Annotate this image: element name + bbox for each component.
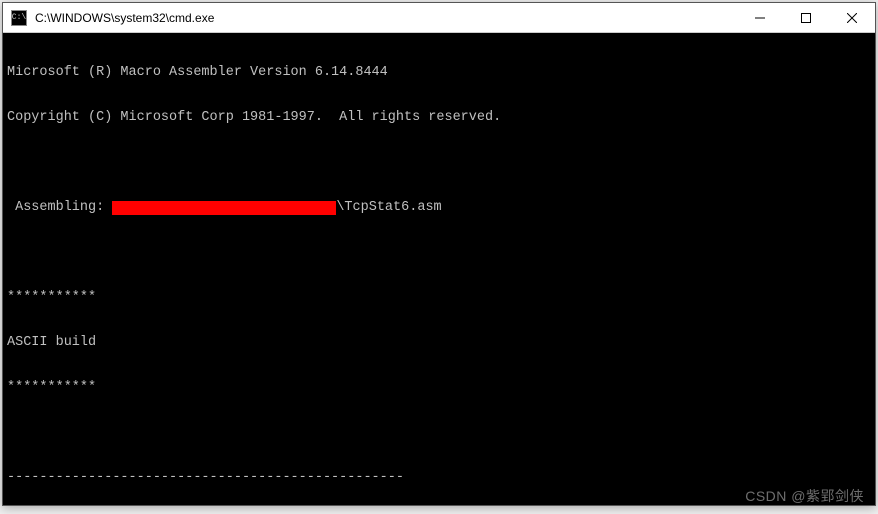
output-line: Copyright (C) Microsoft Corp 1981-1997. … [7, 110, 875, 125]
watermark-text: CSDN @紫郢剑侠 [745, 486, 864, 506]
output-line [7, 155, 875, 170]
assembling-prefix: Assembling: [7, 200, 112, 215]
minimize-icon [755, 13, 765, 23]
minimize-button[interactable] [737, 3, 783, 32]
output-line: *********** [7, 290, 875, 305]
output-line [7, 245, 875, 260]
titlebar[interactable]: C:\ C:\WINDOWS\system32\cmd.exe [3, 3, 875, 33]
cmd-icon: C:\ [11, 10, 27, 26]
close-icon [847, 13, 857, 23]
window-title: C:\WINDOWS\system32\cmd.exe [33, 11, 737, 25]
redacted-path [112, 201, 336, 215]
assembling-suffix: \TcpStat6.asm [336, 200, 441, 215]
output-line [7, 425, 875, 440]
output-line: *********** [7, 380, 875, 395]
cmd-window: C:\ C:\WINDOWS\system32\cmd.exe Microsof… [2, 2, 876, 506]
cmd-icon-label: C:\ [12, 14, 26, 22]
assembling-line: Assembling: \TcpStat6.asm [7, 200, 875, 215]
output-line: ----------------------------------------… [7, 470, 875, 485]
output-line: Microsoft (R) Macro Assembler Version 6.… [7, 65, 875, 80]
terminal-output[interactable]: Microsoft (R) Macro Assembler Version 6.… [3, 33, 875, 505]
window-controls [737, 3, 875, 32]
close-button[interactable] [829, 3, 875, 32]
output-line: ASCII build [7, 335, 875, 350]
maximize-icon [801, 13, 811, 23]
maximize-button[interactable] [783, 3, 829, 32]
